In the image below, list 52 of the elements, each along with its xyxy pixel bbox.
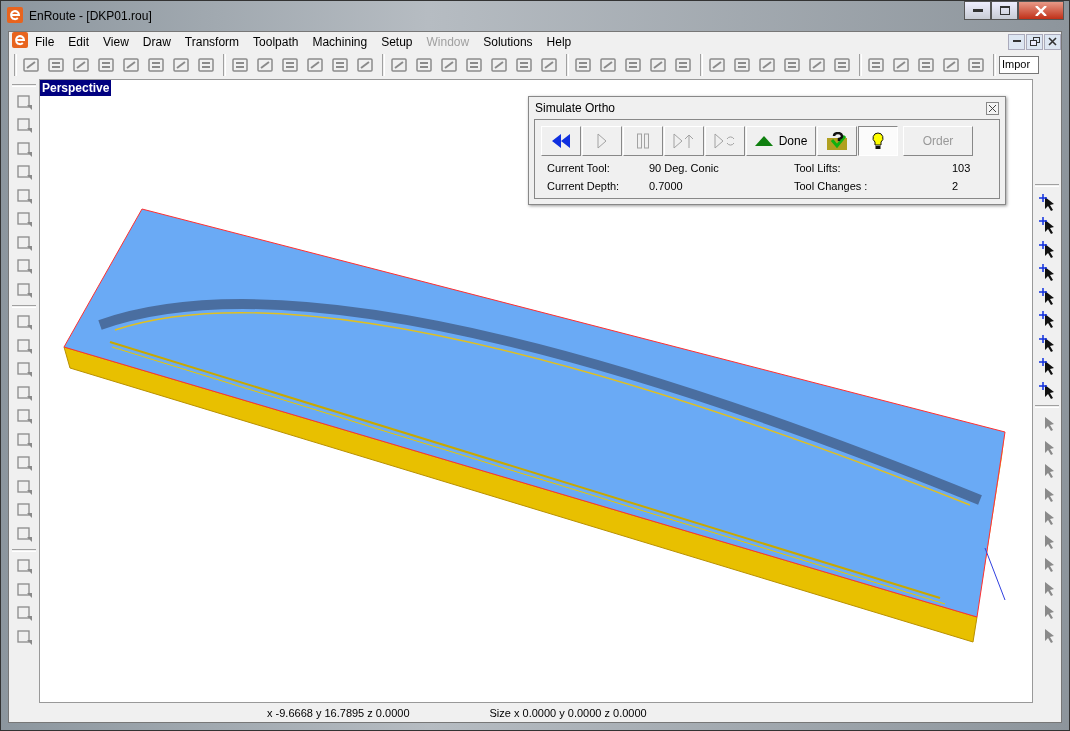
maximize-button[interactable] bbox=[991, 1, 1018, 20]
menu-item[interactable]: Transform bbox=[177, 34, 247, 49]
rewind-icon bbox=[552, 134, 570, 148]
menu-item[interactable]: View bbox=[96, 34, 136, 49]
light-button[interactable] bbox=[858, 126, 898, 156]
close-icon bbox=[1048, 37, 1057, 46]
selection-size: Size x 0.0000 y 0.0000 z 0.0000 bbox=[489, 706, 647, 719]
play-icon bbox=[597, 133, 607, 149]
stat-value: 103 bbox=[952, 162, 972, 174]
stat-label: Tool Changes : bbox=[794, 180, 869, 192]
app-logo-icon bbox=[7, 6, 23, 26]
cursor-position: x -9.6668 y 16.7895 z 0.0000 bbox=[267, 706, 410, 719]
menu-item[interactable]: Solutions bbox=[476, 34, 540, 49]
close-button[interactable] bbox=[1018, 1, 1064, 20]
view-label: Perspective bbox=[40, 80, 112, 96]
stat-value: 90 Deg. Conic bbox=[649, 162, 720, 174]
minimize-button[interactable] bbox=[964, 1, 991, 20]
minimize-icon bbox=[972, 8, 983, 13]
help-button[interactable] bbox=[817, 126, 857, 156]
triangle-icon bbox=[754, 136, 773, 146]
restore-button[interactable] bbox=[1026, 33, 1043, 50]
window-title: EnRoute - [DKP01.rou] bbox=[29, 9, 152, 23]
done-button[interactable]: Done bbox=[746, 126, 816, 156]
lightbulb-icon bbox=[872, 132, 884, 150]
maximize-icon bbox=[999, 6, 1010, 15]
menu-item[interactable]: Edit bbox=[61, 34, 97, 49]
stat-label: Current Depth: bbox=[547, 180, 621, 192]
close-button[interactable] bbox=[986, 101, 999, 115]
stat-value: 0.7000 bbox=[649, 180, 684, 192]
restore-icon bbox=[1029, 37, 1040, 46]
help-icon bbox=[827, 132, 847, 150]
close-icon bbox=[1035, 5, 1047, 16]
stat-value: 2 bbox=[952, 180, 960, 192]
menu-item[interactable]: Draw bbox=[135, 34, 178, 49]
rewind-button[interactable] bbox=[541, 126, 581, 156]
import-field[interactable]: Impor bbox=[999, 56, 1039, 74]
minimize-icon bbox=[1012, 40, 1021, 43]
menu-item[interactable]: File bbox=[28, 34, 62, 49]
stat-label: Tool Lifts: bbox=[794, 162, 842, 174]
close-button[interactable] bbox=[1044, 33, 1061, 50]
dialog-title: Simulate Ortho bbox=[535, 101, 616, 115]
close-icon bbox=[989, 104, 996, 112]
pause-icon bbox=[637, 133, 649, 149]
menu-item[interactable]: Toolpath bbox=[246, 34, 306, 49]
menu-item[interactable]: Help bbox=[539, 34, 579, 49]
play-up-arrow-icon bbox=[673, 133, 695, 149]
minimize-button[interactable] bbox=[1008, 33, 1025, 50]
stat-label: Current Tool: bbox=[547, 162, 611, 174]
app-logo-icon bbox=[12, 32, 28, 51]
play-repeat-icon bbox=[714, 133, 736, 149]
menu-item[interactable]: Machining bbox=[305, 34, 375, 49]
menu-item[interactable]: Setup bbox=[374, 34, 420, 49]
